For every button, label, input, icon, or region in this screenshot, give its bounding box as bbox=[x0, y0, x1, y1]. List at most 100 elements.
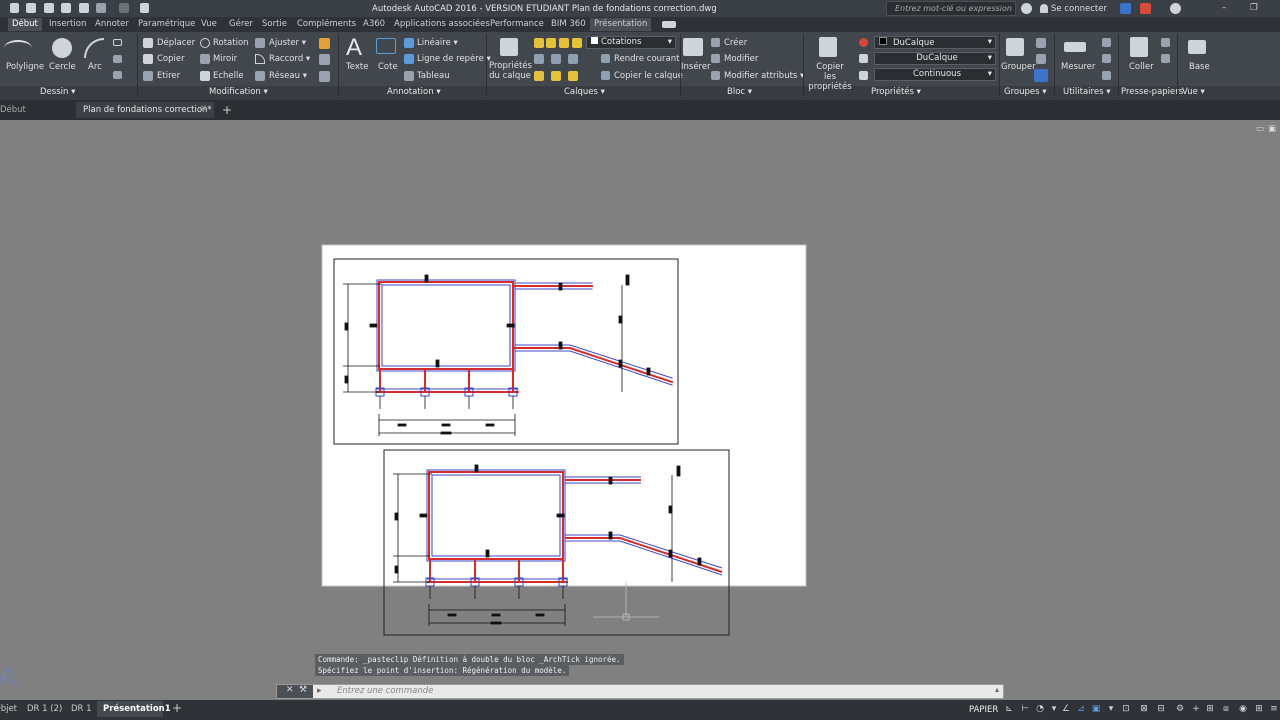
ungroup-icon[interactable] bbox=[1036, 38, 1046, 48]
linetype-icon[interactable] bbox=[859, 71, 868, 80]
leader-icon[interactable] bbox=[404, 54, 414, 64]
linear-dim-icon[interactable] bbox=[404, 38, 414, 48]
cercle-button[interactable]: Cercle bbox=[49, 62, 76, 72]
reseau-button[interactable]: Réseau ▾ bbox=[269, 71, 307, 81]
isolate-objects-icon[interactable]: ⧈ bbox=[1220, 703, 1232, 715]
hatch-icon[interactable] bbox=[113, 55, 122, 63]
insert-block-icon[interactable] bbox=[683, 38, 703, 56]
command-history-toggle-icon[interactable]: ▴ bbox=[995, 685, 999, 694]
inserer-button[interactable]: Insérer bbox=[681, 62, 711, 72]
rectangle-icon[interactable] bbox=[113, 39, 122, 46]
transparency-icon[interactable]: ▣ bbox=[1090, 703, 1102, 715]
panel-label-groupes[interactable]: Groupes ▾ bbox=[1004, 87, 1047, 97]
text-icon[interactable]: A bbox=[346, 34, 362, 62]
doc-tab-debut[interactable]: Début bbox=[0, 105, 26, 115]
search-icon[interactable] bbox=[1021, 3, 1032, 14]
raccord-button[interactable]: Raccord ▾ bbox=[269, 54, 310, 64]
line-icon[interactable] bbox=[4, 40, 32, 56]
base-button[interactable]: Base bbox=[1189, 62, 1210, 72]
a360-icon[interactable] bbox=[1140, 3, 1151, 14]
panel-label-presse-papiers[interactable]: Presse-papiers bbox=[1121, 87, 1183, 97]
explode-icon[interactable] bbox=[319, 54, 330, 65]
open-file-icon[interactable] bbox=[26, 3, 36, 13]
maximize-button[interactable]: ❐ bbox=[1250, 3, 1258, 13]
panel-label-dessin[interactable]: Dessin ▾ bbox=[40, 87, 75, 97]
share-icon[interactable] bbox=[140, 3, 149, 13]
search-box[interactable]: Entrez mot-clé ou expression bbox=[886, 1, 1016, 16]
layout-tab-presentation1[interactable]: Présentation1 bbox=[97, 701, 171, 717]
lineaire-button[interactable]: Linéaire ▾ bbox=[417, 38, 458, 48]
table-icon[interactable] bbox=[404, 71, 414, 81]
quick-select-icon[interactable] bbox=[1102, 71, 1111, 80]
tab-applications-associees[interactable]: Applications associées bbox=[394, 18, 490, 31]
save-as-icon[interactable] bbox=[61, 3, 71, 13]
ortho-icon[interactable]: ⊢ bbox=[1019, 703, 1031, 715]
user-icon[interactable] bbox=[1040, 4, 1048, 13]
layout-tab-dr1-2[interactable]: DR 1 (2) bbox=[27, 704, 62, 714]
ligne-repere-button[interactable]: Ligne de repère ▾ bbox=[417, 54, 491, 64]
lineweight-icon[interactable] bbox=[859, 54, 868, 63]
tab-complements[interactable]: Compléments bbox=[297, 18, 356, 31]
group-icon[interactable] bbox=[1006, 38, 1024, 56]
doc-tab-plan[interactable]: Plan de fondations correction* ✕ bbox=[76, 102, 214, 118]
command-prompt-icon[interactable]: ▸ bbox=[317, 686, 322, 696]
minimize-button[interactable]: – bbox=[1222, 3, 1226, 13]
proprietes-calque-button[interactable]: Propriétés du calque bbox=[489, 61, 532, 81]
new-layout-button[interactable]: + bbox=[172, 701, 182, 715]
annotation-monitor-icon[interactable]: ⊟ bbox=[1155, 703, 1167, 715]
edit-block-icon[interactable] bbox=[711, 54, 720, 63]
close-tab-icon[interactable]: ✕ bbox=[200, 104, 207, 114]
copier-calque-button[interactable]: Copier le calque bbox=[614, 71, 683, 81]
redo-icon[interactable] bbox=[119, 3, 129, 13]
circle-icon[interactable] bbox=[52, 38, 72, 58]
exchange-icon[interactable] bbox=[1120, 3, 1131, 14]
layer-off-icon[interactable] bbox=[534, 71, 544, 81]
layer-isolate-icon[interactable] bbox=[568, 54, 578, 64]
help-icon[interactable] bbox=[1170, 3, 1181, 14]
group-edit-icon[interactable] bbox=[1036, 54, 1046, 64]
tab-annoter[interactable]: Annoter bbox=[95, 18, 129, 31]
layer-freeze-icon[interactable] bbox=[546, 38, 556, 48]
trim-icon[interactable] bbox=[255, 38, 265, 48]
panel-label-annotation[interactable]: Annotation ▾ bbox=[387, 87, 441, 97]
units-icon[interactable]: + bbox=[1190, 703, 1202, 715]
copy-icon[interactable] bbox=[143, 54, 153, 64]
lineweight-toggle-icon[interactable]: ⊿ bbox=[1075, 703, 1087, 715]
tab-parametrique[interactable]: Paramétrique bbox=[138, 18, 195, 31]
scale-icon[interactable] bbox=[200, 71, 210, 81]
copy-clip-icon[interactable] bbox=[1161, 54, 1170, 63]
customization-icon[interactable]: ≡ bbox=[1268, 703, 1280, 715]
print-icon[interactable] bbox=[79, 3, 89, 13]
layer-state-icon[interactable] bbox=[534, 38, 544, 48]
arc-button[interactable]: Arc bbox=[88, 62, 102, 72]
tab-vue[interactable]: Vue bbox=[201, 18, 217, 31]
grouper-button[interactable]: Grouper bbox=[1001, 62, 1036, 72]
echelle-button[interactable]: Echelle bbox=[213, 71, 244, 81]
otrack-icon[interactable]: ∠ bbox=[1060, 703, 1072, 715]
cut-icon[interactable] bbox=[1161, 38, 1170, 47]
copier-button[interactable]: Copier bbox=[157, 54, 185, 64]
hardware-acceleration-icon[interactable]: ◉ bbox=[1237, 703, 1249, 715]
tab-a360[interactable]: A360 bbox=[363, 18, 385, 31]
tab-sortie[interactable]: Sortie bbox=[262, 18, 287, 31]
layer-lock-icon[interactable] bbox=[559, 38, 569, 48]
wrench-icon[interactable]: ⚒ bbox=[299, 685, 307, 695]
panel-label-modification[interactable]: Modification ▾ bbox=[209, 87, 268, 97]
copier-proprietes-button[interactable]: Copier les propriétés bbox=[805, 62, 855, 92]
paper-space-toggle[interactable]: PAPIER bbox=[969, 705, 998, 715]
cote-button[interactable]: Cote bbox=[378, 62, 398, 72]
coller-button[interactable]: Coller bbox=[1129, 62, 1154, 72]
array-icon[interactable] bbox=[255, 71, 265, 81]
rotation-button[interactable]: Rotation bbox=[213, 38, 249, 48]
color-dropdown[interactable]: DuCalque ▾ bbox=[874, 36, 996, 49]
stretch-icon[interactable] bbox=[143, 71, 153, 81]
creer-button[interactable]: Créer bbox=[724, 38, 747, 48]
dimension-icon[interactable] bbox=[376, 38, 396, 54]
erase-icon[interactable] bbox=[319, 38, 330, 49]
gear-icon[interactable]: ⚙ bbox=[1174, 703, 1186, 715]
layout-tab-objet[interactable]: Objet bbox=[0, 704, 17, 714]
etirer-button[interactable]: Etirer bbox=[157, 71, 180, 81]
paste-icon[interactable] bbox=[1130, 37, 1148, 57]
layer-dropdown[interactable]: Cotations ▾ bbox=[586, 36, 676, 49]
move-icon[interactable] bbox=[143, 38, 153, 48]
